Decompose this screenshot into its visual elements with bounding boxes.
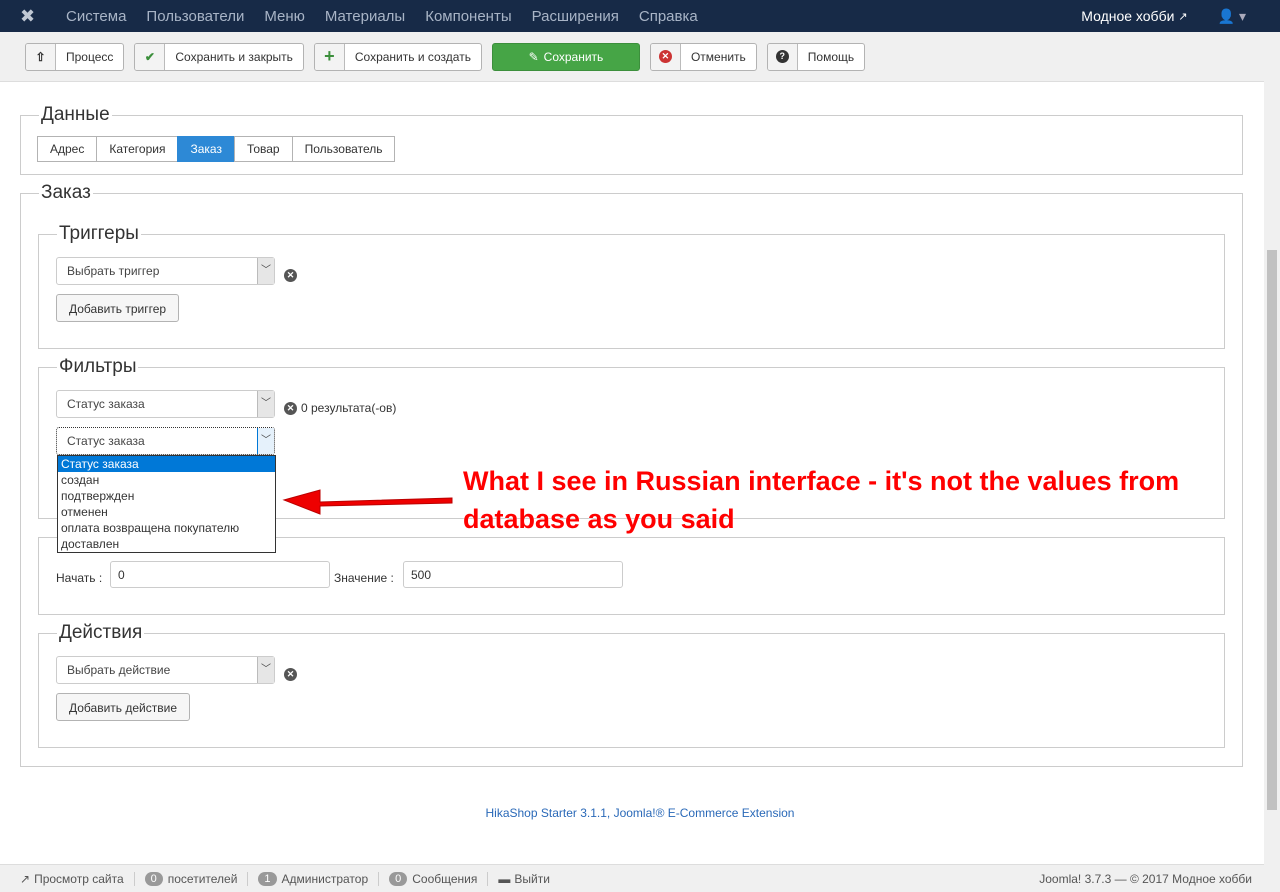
value: Статус заказа xyxy=(67,434,145,448)
trigger-select[interactable]: Выбрать триггер ﹀ xyxy=(56,257,275,285)
legend: Триггеры xyxy=(59,223,139,244)
badge: 0 xyxy=(389,871,408,886)
option[interactable]: доставлен xyxy=(58,536,275,552)
messages[interactable]: 0 Сообщения xyxy=(379,871,489,886)
chevron-down-icon: ﹀ xyxy=(257,428,274,454)
scrollbar[interactable] xyxy=(1264,32,1280,892)
legend: Данные xyxy=(41,104,110,125)
chevron-down-icon: ﹀ xyxy=(257,258,274,284)
badge: 1 xyxy=(258,871,277,886)
status-bar: ↗ Просмотр сайта 0 посетителей 1 Администра… xyxy=(0,864,1264,892)
label: посетителей xyxy=(167,871,238,886)
label: Отменить xyxy=(690,49,746,64)
value: Выбрать действие xyxy=(67,663,171,677)
check-icon: ✔ xyxy=(135,43,166,70)
label: Сохранить и создать xyxy=(354,49,471,64)
option[interactable]: оплата возвращена покупателю xyxy=(58,520,275,536)
remove-icon[interactable]: ✕ xyxy=(284,269,297,282)
menu-components[interactable]: Компоненты xyxy=(425,8,511,25)
tab-order[interactable]: Заказ xyxy=(177,136,235,162)
save-new-button[interactable]: + Сохранить и создать xyxy=(313,42,482,71)
tab-category[interactable]: Категория xyxy=(96,136,179,162)
chevron-down-icon: ﹀ xyxy=(257,657,274,683)
remove-icon[interactable]: ✕ xyxy=(284,668,297,681)
scrollbar-thumb[interactable] xyxy=(1267,250,1277,810)
menu-extensions[interactable]: Расширения xyxy=(532,8,619,25)
visitors[interactable]: 0 посетителей xyxy=(135,871,249,886)
value-input[interactable]: 500 xyxy=(403,561,623,588)
user-menu-icon[interactable]: 👤 ▾ xyxy=(1218,8,1246,25)
tab-address[interactable]: Адрес xyxy=(37,136,98,162)
red-arrow-icon xyxy=(282,489,453,515)
save-close-button[interactable]: ✔ Сохранить и закрыть xyxy=(134,42,304,71)
option[interactable]: отменен xyxy=(58,504,275,520)
start-label: Начать : xyxy=(56,571,103,585)
site-link[interactable]: Модное хобби xyxy=(1081,8,1174,24)
help-button[interactable]: ? Помощь xyxy=(766,42,866,71)
start-input[interactable]: 0 xyxy=(110,561,330,588)
order-status-dropdown: Статус заказа создан подтвержден отменен… xyxy=(57,455,276,553)
order-status-select[interactable]: Статус заказа ﹀ xyxy=(56,427,275,455)
label: Сохранить и закрыть xyxy=(175,49,293,64)
triggers-fieldset: Триггеры xyxy=(38,223,1225,349)
label: Выйти xyxy=(514,871,550,886)
logout-link[interactable]: ▬ Выйти xyxy=(488,872,560,886)
label: Просмотр сайта xyxy=(34,871,124,886)
chevron-down-icon: ﹀ xyxy=(257,391,274,417)
label: Сохранить xyxy=(543,49,604,64)
option[interactable]: Статус заказа xyxy=(58,456,275,472)
tab-user[interactable]: Пользователь xyxy=(291,136,396,162)
menu-system[interactable]: Система xyxy=(66,8,126,25)
external-link-icon: ↗ xyxy=(1178,10,1188,23)
menu-menus[interactable]: Меню xyxy=(264,8,305,25)
legend: Заказ xyxy=(41,182,91,203)
menu-content[interactable]: Материалы xyxy=(325,8,405,25)
tab-product[interactable]: Товар xyxy=(233,136,293,162)
toolbar: ⇧ Процесс ✔ Сохранить и закрыть + Сохранить… xyxy=(0,32,1280,82)
results-count: 0 результата(-ов) xyxy=(301,401,397,415)
hikashop-footer-link[interactable]: HikaShop Starter 3.1.1, Joomla!® E-Comme… xyxy=(0,806,1280,820)
label: Администратор xyxy=(281,871,369,886)
menu-help[interactable]: Справка xyxy=(639,8,698,25)
actions-fieldset: Действия xyxy=(38,622,1225,748)
question-icon: ? xyxy=(767,43,798,70)
label: Процесс xyxy=(66,49,114,64)
top-nav: ✖ Система Пользователи Меню Материалы Ко… xyxy=(0,0,1280,32)
legend: Фильтры xyxy=(59,356,137,377)
admins[interactable]: 1 Администратор xyxy=(248,871,380,886)
action-select[interactable]: Выбрать действие ﹀ xyxy=(56,656,275,684)
filter-select[interactable]: Статус заказа ﹀ xyxy=(56,390,275,418)
view-site-link[interactable]: ↗ Просмотр сайта xyxy=(10,871,135,886)
data-tabs: Адрес Категория Заказ Товар Пользователь xyxy=(37,136,396,162)
external-link-icon: ↗ xyxy=(20,871,31,886)
remove-icon[interactable]: ✕ xyxy=(284,402,297,415)
menu-users[interactable]: Пользователи xyxy=(146,8,244,25)
option[interactable]: подтвержден xyxy=(58,488,275,504)
value: Статус заказа xyxy=(67,397,145,411)
minus-icon: ▬ xyxy=(498,871,511,886)
version-text: Joomla! 3.7.3 — © 2017 Модное хобби xyxy=(1039,871,1252,886)
plus-icon: + xyxy=(314,43,345,70)
joomla-logo-icon[interactable]: ✖ xyxy=(20,6,48,27)
cancel-icon: ✕ xyxy=(650,43,681,70)
annotation-text: What I see in Russian interface - it's n… xyxy=(463,466,1180,534)
edit-icon: ✎ xyxy=(528,49,539,64)
process-button[interactable]: ⇧ Процесс xyxy=(25,42,125,71)
add-action-button[interactable]: Добавить действие xyxy=(56,693,190,721)
legend: Действия xyxy=(59,622,143,643)
add-trigger-button[interactable]: Добавить триггер xyxy=(56,294,180,322)
option[interactable]: создан xyxy=(58,472,275,488)
value: Выбрать триггер xyxy=(67,264,160,278)
cancel-button[interactable]: ✕ Отменить xyxy=(649,42,757,71)
label: Сообщения xyxy=(412,871,478,886)
value-label: Значение : xyxy=(334,571,394,585)
upload-icon: ⇧ xyxy=(26,43,56,70)
badge: 0 xyxy=(144,871,163,886)
label: Помощь xyxy=(807,49,855,64)
save-button[interactable]: ✎ Сохранить xyxy=(491,42,640,71)
